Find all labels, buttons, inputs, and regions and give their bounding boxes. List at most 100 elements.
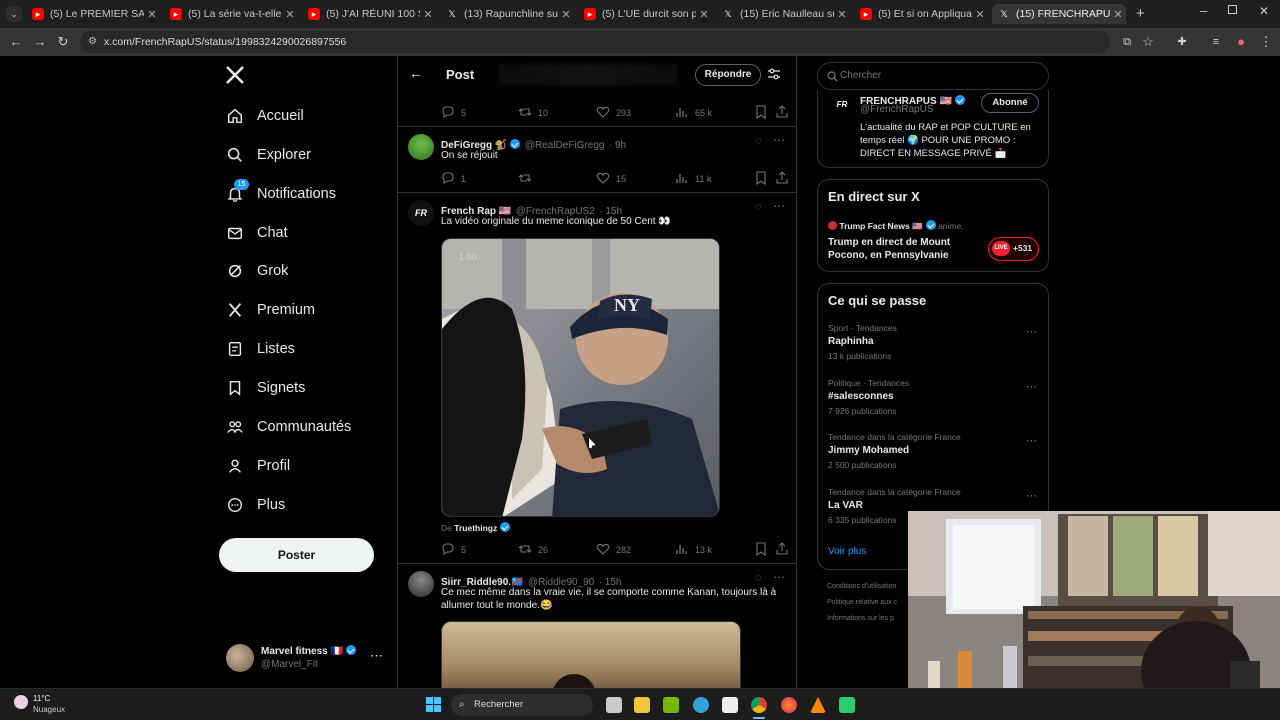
file-explorer-icon[interactable]	[634, 697, 650, 713]
sidebar-item-accueil[interactable]: Accueil	[226, 99, 304, 133]
more-icon[interactable]: ⋯	[773, 570, 786, 584]
close-tab-icon[interactable]: ✕	[558, 8, 574, 21]
close-tab-icon[interactable]: ✕	[696, 8, 712, 21]
avatar[interactable]: FR	[830, 93, 854, 117]
post-image[interactable]	[441, 621, 741, 688]
sidebar-item-communautes[interactable]: Communautés	[226, 410, 351, 444]
footer-link[interactable]: Conditions d'utilisation	[827, 583, 896, 590]
grok-icon[interactable]: ◌	[755, 201, 762, 213]
sidebar-item-profil[interactable]: Profil	[226, 449, 290, 483]
more-icon[interactable]: ⋯	[773, 133, 786, 147]
repost-button[interactable]: 26	[518, 542, 548, 558]
reply-button[interactable]: 5	[441, 542, 466, 558]
more-icon[interactable]: ⋯	[1026, 380, 1037, 393]
browser-tab[interactable]: 𝕏 (15) Eric Naulleau sur X : "✕	[716, 4, 850, 24]
views-button[interactable]: 11 k	[675, 171, 711, 187]
star-icon[interactable]: ☆	[1140, 34, 1156, 50]
account-switcher[interactable]: Marvel fitness 🇫🇷 @Marvel_Fit ⋯	[226, 642, 386, 676]
back-arrow-icon[interactable]: ←	[409, 65, 423, 81]
more-icon[interactable]: ⋯	[370, 648, 383, 664]
sidebar-item-premium[interactable]: Premium	[226, 293, 315, 327]
filter-icon[interactable]	[767, 67, 781, 81]
tab-search-icon[interactable]: ⌄	[6, 6, 22, 22]
browser-tab[interactable]: 𝕏 (15) FRENCHRAPUS sur X✕	[992, 4, 1126, 24]
sidebar-item-explorer[interactable]: Explorer	[226, 138, 311, 172]
close-tab-icon[interactable]: ✕	[1110, 8, 1126, 21]
forward-icon[interactable]: →	[32, 34, 48, 50]
live-headline[interactable]: Trump en direct de Mount Pocono, en Penn…	[828, 236, 978, 262]
search-box[interactable]: Chercher	[817, 62, 1049, 90]
close-tab-icon[interactable]: ✕	[834, 8, 850, 21]
reply-button[interactable]: Répondre	[695, 64, 761, 86]
browser-tab[interactable]: ▸ (5) Et si on Appliquait le F✕	[854, 4, 988, 24]
chrome-icon[interactable]	[751, 697, 767, 713]
video-speed[interactable]: 1.00	[459, 252, 477, 262]
close-tab-icon[interactable]: ✕	[972, 8, 988, 21]
install-app-icon[interactable]: ⧉	[1119, 34, 1135, 50]
avatar[interactable]	[408, 134, 434, 160]
address-bar[interactable]: ⚙ x.com/FrenchRapUS/status/1998324290026…	[80, 31, 1110, 53]
trend-name[interactable]: Jimmy Mohamed	[828, 445, 909, 456]
browser-tab[interactable]: ▸ (5) La série va-t-elle gâcher✕	[164, 4, 298, 24]
more-icon[interactable]: ⋯	[1026, 325, 1037, 338]
more-icon[interactable]: ⋯	[1026, 489, 1037, 502]
bookmark-button[interactable]	[754, 105, 774, 121]
taskbar-search[interactable]: ⌕ Rechercher	[451, 694, 593, 716]
firefox-icon[interactable]	[781, 697, 797, 713]
sidebar-item-listes[interactable]: Listes	[226, 332, 295, 366]
trend-name[interactable]: La VAR	[828, 500, 863, 511]
reading-list-icon[interactable]: ≡	[1208, 34, 1224, 50]
x-logo-icon[interactable]	[225, 65, 247, 87]
share-button[interactable]	[775, 542, 795, 558]
avatar[interactable]: FR	[408, 200, 434, 226]
more-icon[interactable]: ⋯	[773, 199, 786, 213]
back-icon[interactable]: ←	[8, 34, 24, 50]
app-icon[interactable]	[839, 697, 855, 713]
store-icon[interactable]	[722, 697, 738, 713]
close-tab-icon[interactable]: ✕	[420, 8, 436, 21]
grok-icon[interactable]: ◌	[755, 572, 762, 584]
more-icon[interactable]: ⋯	[1026, 434, 1037, 447]
live-host[interactable]: Trump Fact News 🇺🇸	[839, 221, 922, 231]
browser-tab[interactable]: ▸ (5) J'AI RÉUNI 100 STREAM✕	[302, 4, 436, 24]
close-tab-icon[interactable]: ✕	[282, 8, 298, 21]
new-tab-button[interactable]: +	[1136, 5, 1145, 22]
sidebar-item-chat[interactable]: Chat	[226, 216, 288, 250]
bookmark-button[interactable]	[754, 542, 774, 558]
views-button[interactable]: 65 k	[675, 105, 712, 121]
close-window-button[interactable]: ✕	[1259, 4, 1269, 18]
post-video[interactable]: NY 1.00	[441, 238, 720, 517]
post-time[interactable]: · 9h	[609, 140, 626, 151]
reply-button[interactable]: 1	[441, 171, 466, 187]
grok-icon[interactable]: ◌	[755, 135, 762, 147]
share-button[interactable]	[775, 105, 795, 121]
like-button[interactable]: 293	[596, 105, 631, 121]
close-tab-icon[interactable]: ✕	[144, 8, 160, 21]
windows-start-icon[interactable]	[426, 697, 441, 712]
sidebar-item-grok[interactable]: Grok	[226, 254, 288, 288]
sidebar-item-plus[interactable]: Plus	[226, 488, 285, 522]
footer-link[interactable]: Informations sur les p	[827, 615, 894, 622]
weather-icon[interactable]	[14, 695, 28, 709]
live-listeners[interactable]: LIVE +531	[988, 237, 1039, 261]
task-view-icon[interactable]	[606, 697, 622, 713]
menu-icon[interactable]: ⋮	[1258, 34, 1274, 50]
site-info-icon[interactable]: ⚙	[88, 31, 97, 53]
following-button[interactable]: Abonné	[981, 93, 1039, 113]
weather-temp[interactable]: 11°C	[33, 694, 50, 703]
reply-button[interactable]: 5	[441, 105, 466, 121]
vlc-icon[interactable]	[810, 697, 826, 713]
post-author-handle[interactable]: @RealDeFiGregg	[525, 140, 605, 151]
extensions-icon[interactable]: ✚	[1174, 34, 1190, 50]
maximize-button[interactable]	[1228, 5, 1237, 14]
like-button[interactable]: 282	[596, 542, 631, 558]
like-button[interactable]: 15	[596, 171, 626, 187]
repost-button[interactable]: 10	[518, 105, 548, 121]
bookmark-button[interactable]	[754, 171, 774, 187]
minimize-button[interactable]: –	[1200, 3, 1207, 18]
see-more-link[interactable]: Voir plus	[828, 546, 866, 557]
edge-icon[interactable]	[693, 697, 709, 713]
nvidia-icon[interactable]	[663, 697, 679, 713]
sidebar-item-signets[interactable]: Signets	[226, 371, 305, 405]
sidebar-item-notifications[interactable]: 15 Notifications	[226, 177, 336, 211]
